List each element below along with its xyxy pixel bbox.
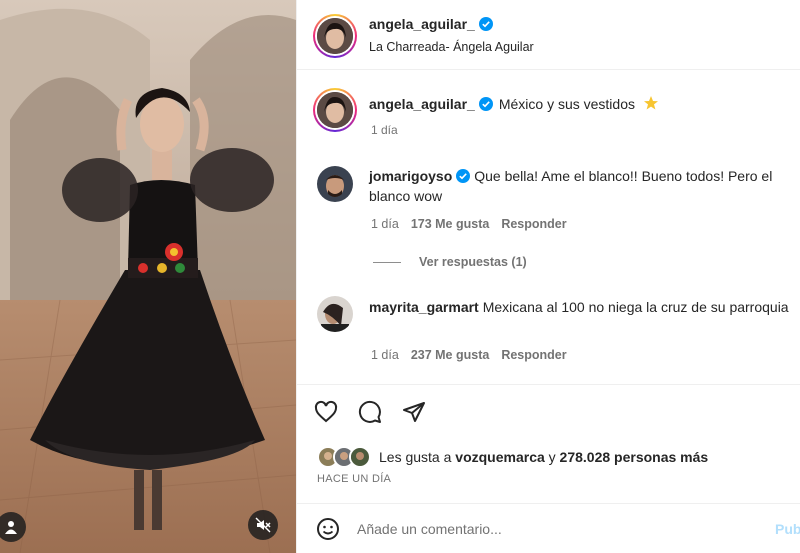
comment-username[interactable]: mayrita_garmart: [369, 299, 479, 315]
star-emoji-icon: [643, 96, 658, 110]
publish-button[interactable]: Publ: [775, 521, 800, 537]
comment-composer: Publ: [297, 503, 800, 553]
author-avatar[interactable]: [313, 14, 357, 58]
comment-time[interactable]: 1 día: [371, 217, 399, 231]
verified-badge-icon: [456, 169, 471, 183]
share-button[interactable]: [401, 399, 427, 425]
caption-username[interactable]: angela_aguilar_: [369, 96, 475, 112]
replies-divider: [373, 261, 401, 263]
comment-meta: 1 día 173 Me gusta Responder: [371, 217, 567, 231]
comment-time[interactable]: 1 día: [371, 348, 399, 362]
view-replies-button[interactable]: Ver respuestas (1): [373, 255, 527, 269]
reply-button[interactable]: Responder: [501, 217, 566, 231]
caption-time[interactable]: 1 día: [371, 123, 398, 137]
likes-count[interactable]: 278.028 personas más: [560, 449, 709, 465]
paper-plane-icon: [403, 402, 425, 422]
commenter-avatar-image: [317, 166, 353, 202]
comment-likes[interactable]: 173 Me gusta: [411, 217, 490, 231]
comment-username[interactable]: jomarigoyso: [369, 168, 452, 184]
caption-text: México y sus vestidos: [498, 96, 635, 112]
mute-button[interactable]: [248, 510, 278, 540]
heart-icon: [314, 400, 338, 423]
comment-text: Mexicana al 100 no niega la cruz de su p…: [482, 299, 789, 315]
comment-likes[interactable]: 237 Me gusta: [411, 348, 490, 362]
emoji-button[interactable]: [315, 516, 341, 542]
likes-connector: y: [548, 449, 556, 465]
caption-author-avatar[interactable]: [313, 88, 357, 132]
speaker-muted-icon: [255, 517, 271, 533]
post-media[interactable]: [0, 0, 296, 553]
commenter-avatar[interactable]: [317, 296, 353, 332]
post-panel: angela_aguilar_ La Charreada- Ángela Agu…: [296, 0, 800, 553]
likes-prefix: Les gusta a: [379, 449, 452, 465]
like-button[interactable]: [313, 399, 339, 425]
audio-subtitle[interactable]: La Charreada- Ángela Aguilar: [369, 40, 534, 54]
reply-button[interactable]: Responder: [501, 348, 566, 362]
verified-badge-icon: [478, 17, 493, 31]
smiley-icon: [317, 517, 339, 540]
action-bar: [313, 399, 427, 425]
video-frame: [0, 0, 296, 553]
comment-meta: 1 día 237 Me gusta Responder: [371, 348, 567, 362]
author-avatar-image: [317, 18, 353, 54]
verified-badge-icon: [478, 97, 493, 111]
caption-avatar-image: [317, 92, 353, 128]
post-header: angela_aguilar_ La Charreada- Ángela Agu…: [297, 0, 800, 70]
liker-avatar: [349, 446, 371, 468]
commenter-avatar[interactable]: [317, 166, 353, 202]
post-date[interactable]: HACE UN DÍA: [317, 473, 391, 485]
comment-bubble-icon: [358, 400, 381, 423]
user-tag-icon: [5, 521, 17, 534]
likes-text: Les gusta a vozquemarca y 278.028 person…: [379, 449, 708, 465]
actions-divider: [297, 384, 800, 385]
author-username[interactable]: angela_aguilar_: [369, 16, 475, 32]
view-replies-label: Ver respuestas (1): [419, 255, 527, 269]
likes-user[interactable]: vozquemarca: [455, 449, 544, 465]
commenter-avatar-image: [317, 296, 353, 332]
comment-input[interactable]: [357, 520, 717, 537]
likes-summary[interactable]: Les gusta a vozquemarca y 278.028 person…: [317, 446, 708, 468]
comment-button[interactable]: [357, 399, 383, 425]
liker-avatars: [317, 446, 371, 468]
